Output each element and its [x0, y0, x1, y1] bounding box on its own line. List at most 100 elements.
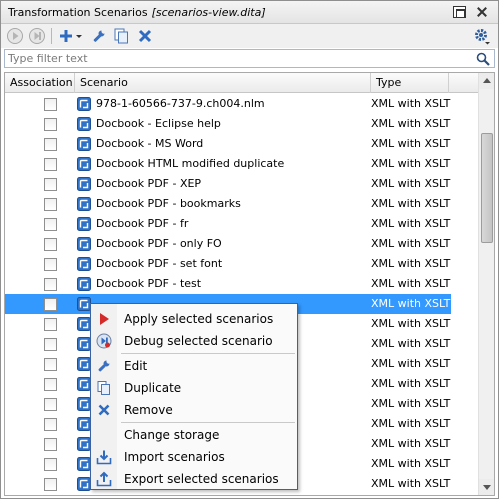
- scenario-type: XML with XSLT: [371, 457, 451, 470]
- table-row[interactable]: Docbook PDF - test XML with XSLT: [5, 274, 451, 294]
- association-checkbox[interactable]: [44, 218, 57, 231]
- association-checkbox[interactable]: [44, 118, 57, 131]
- vertical-scrollbar[interactable]: [478, 73, 494, 495]
- table-row[interactable]: Docbook PDF - bookmarks XML with XSLT: [5, 194, 451, 214]
- scenario-icon: [77, 477, 91, 491]
- scenario-icon: [77, 97, 91, 111]
- menu-item-label: Import scenarios: [124, 450, 225, 464]
- association-checkbox[interactable]: [44, 278, 57, 291]
- scenario-name: Docbook HTML modified duplicate: [96, 157, 285, 170]
- menu-item-label: Remove: [124, 403, 173, 417]
- scenario-type: XML with XSLT: [371, 377, 451, 390]
- association-checkbox[interactable]: [44, 458, 57, 471]
- association-checkbox[interactable]: [44, 438, 57, 451]
- scenario-name: 978-1-60566-737-9.ch004.nlm: [96, 97, 265, 110]
- association-checkbox[interactable]: [44, 258, 57, 271]
- scenario-type: XML with XSLT: [371, 257, 451, 270]
- scenario-icon: [77, 177, 91, 191]
- association-checkbox[interactable]: [44, 478, 57, 491]
- scenario-icon: [77, 297, 91, 311]
- table-row[interactable]: Docbook PDF - only FO XML with XSLT: [5, 234, 451, 254]
- scroll-up-icon[interactable]: [479, 73, 494, 89]
- filter-field[interactable]: [4, 49, 495, 68]
- filter-input[interactable]: [8, 51, 468, 66]
- edit-icon: [96, 358, 112, 374]
- menu-item-export-selected-scenarios[interactable]: Export selected scenarios: [91, 468, 297, 490]
- add-icon[interactable]: [57, 27, 75, 45]
- menu-separator: [121, 353, 295, 354]
- association-checkbox[interactable]: [44, 158, 57, 171]
- menu-separator: [121, 422, 295, 423]
- remove-icon[interactable]: [136, 27, 154, 45]
- settings-icon[interactable]: [473, 27, 491, 45]
- apply-icon[interactable]: [6, 27, 24, 45]
- association-checkbox[interactable]: [44, 398, 57, 411]
- scenario-type: XML with XSLT: [371, 237, 451, 250]
- table-row[interactable]: Docbook - Eclipse help XML with XSLT: [5, 114, 451, 134]
- menu-item-import-scenarios[interactable]: Import scenarios: [91, 446, 297, 468]
- transformation-scenarios-panel: Transformation Scenarios [scenarios-view.…: [0, 0, 499, 499]
- menu-item-duplicate[interactable]: Duplicate: [91, 377, 297, 399]
- table-row[interactable]: Docbook PDF - XEP XML with XSLT: [5, 174, 451, 194]
- scenario-type: XML with XSLT: [371, 137, 451, 150]
- menu-item-change-storage[interactable]: Change storage: [91, 424, 297, 446]
- association-checkbox[interactable]: [44, 98, 57, 111]
- scenario-name: Docbook PDF - test: [96, 277, 202, 290]
- context-menu: Apply selected scenarios Debug selected …: [90, 303, 298, 490]
- menu-item-label: Duplicate: [124, 381, 182, 395]
- association-checkbox[interactable]: [44, 318, 57, 331]
- association-checkbox[interactable]: [44, 238, 57, 251]
- scenario-icon: [77, 377, 91, 391]
- scenario-icon: [77, 417, 91, 431]
- scrollbar-thumb[interactable]: [481, 133, 493, 243]
- scenario-icon: [77, 357, 91, 371]
- toolbar: [1, 24, 498, 48]
- association-checkbox[interactable]: [44, 178, 57, 191]
- maximize-icon[interactable]: [453, 6, 466, 18]
- apply-icon: [96, 311, 112, 327]
- debug-icon[interactable]: [28, 27, 46, 45]
- scenario-name: Docbook - Eclipse help: [96, 117, 221, 130]
- menu-item-debug-selected-scenario[interactable]: Debug selected scenario: [91, 330, 297, 352]
- import-icon: [96, 449, 112, 465]
- association-checkbox[interactable]: [44, 338, 57, 351]
- menu-item-label: Debug selected scenario: [124, 334, 273, 348]
- close-icon[interactable]: [475, 6, 488, 18]
- table-row[interactable]: 978-1-60566-737-9.ch004.nlm XML with XSLT: [5, 94, 451, 114]
- table-row[interactable]: Docbook HTML modified duplicate XML with …: [5, 154, 451, 174]
- column-header-type[interactable]: Type: [371, 73, 449, 93]
- search-icon[interactable]: [476, 52, 490, 69]
- menu-item-remove[interactable]: Remove: [91, 399, 297, 421]
- scenario-name: Docbook PDF - fr: [96, 217, 189, 230]
- scenario-icon: [77, 397, 91, 411]
- scenario-type: XML with XSLT: [371, 197, 451, 210]
- association-checkbox[interactable]: [44, 198, 57, 211]
- table-row[interactable]: Docbook - MS Word XML with XSLT: [5, 134, 451, 154]
- scenario-icon: [77, 137, 91, 151]
- menu-item-label: Apply selected scenarios: [124, 312, 274, 326]
- table-row[interactable]: Docbook PDF - set font XML with XSLT: [5, 254, 451, 274]
- scenario-name: Docbook - MS Word: [96, 137, 204, 150]
- dropdown-arrow-icon[interactable]: [74, 27, 84, 45]
- column-header-association[interactable]: Association: [5, 73, 75, 93]
- column-header-scenario[interactable]: Scenario: [75, 73, 371, 93]
- association-checkbox[interactable]: [44, 418, 57, 431]
- association-checkbox[interactable]: [44, 358, 57, 371]
- menu-item-label: Change storage: [124, 428, 220, 442]
- menu-item-edit[interactable]: Edit: [91, 355, 297, 377]
- table-row[interactable]: Docbook PDF - fr XML with XSLT: [5, 214, 451, 234]
- association-checkbox[interactable]: [44, 378, 57, 391]
- menu-item-apply-selected-scenarios[interactable]: Apply selected scenarios: [91, 308, 297, 330]
- scenario-icon: [77, 337, 91, 351]
- scroll-down-icon[interactable]: [479, 479, 494, 495]
- scenario-icon: [77, 157, 91, 171]
- edit-icon[interactable]: [90, 27, 108, 45]
- toolbar-separator: [51, 28, 52, 44]
- export-icon: [96, 471, 112, 487]
- scenario-type: XML with XSLT: [371, 477, 451, 490]
- association-checkbox[interactable]: [44, 298, 57, 311]
- scenario-icon: [77, 217, 91, 231]
- duplicate-icon[interactable]: [112, 27, 130, 45]
- association-checkbox[interactable]: [44, 138, 57, 151]
- scenario-type: XML with XSLT: [371, 97, 451, 110]
